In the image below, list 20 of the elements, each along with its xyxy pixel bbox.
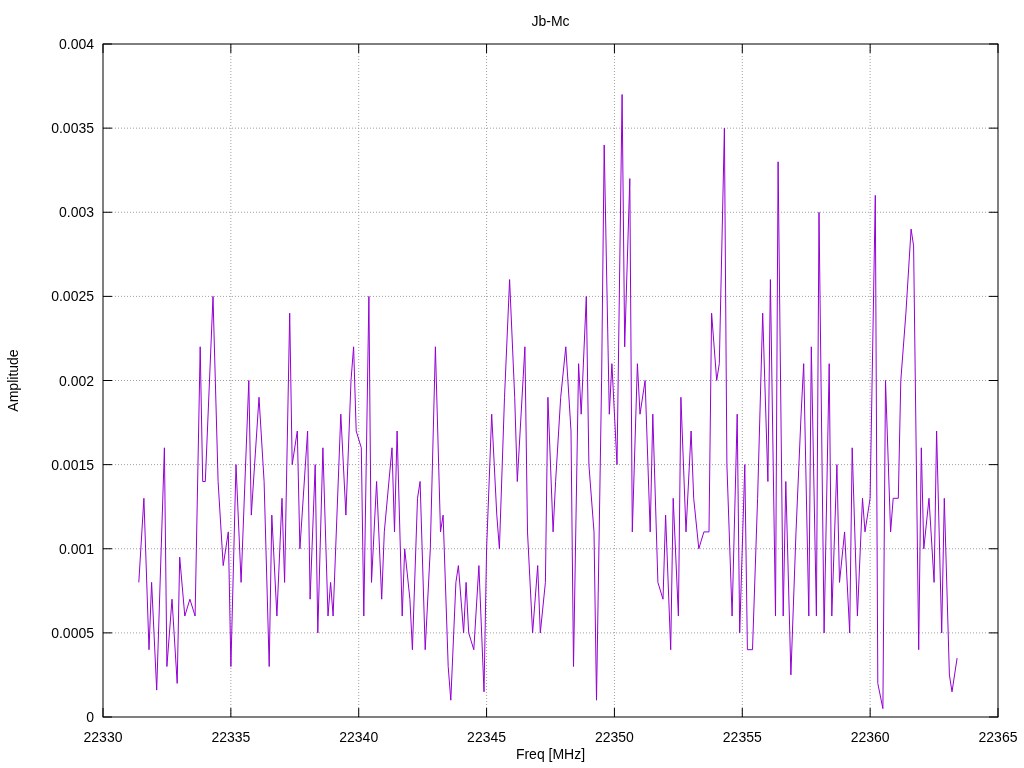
axis-tick-label: 0.002 <box>58 372 94 389</box>
y-axis-label: Amplitude <box>5 349 21 412</box>
axis-tick-label: 0.003 <box>58 204 94 221</box>
axis-tick-label: 22335 <box>211 729 251 745</box>
axis-tick-label: 22345 <box>467 729 507 745</box>
axis-tick-label: 0.0025 <box>51 288 94 305</box>
axis-tick-label: 22365 <box>978 729 1018 745</box>
axis-tick-label: 0.0035 <box>51 120 94 137</box>
axis-tick-label: 0.001 <box>58 540 94 557</box>
chart-title: Jb-Mc <box>531 13 570 29</box>
axis-tick-label: 0.004 <box>58 36 94 52</box>
x-axis-label: Freq [MHz] <box>515 746 586 762</box>
axis-tick-label: 22360 <box>850 729 890 745</box>
axis-tick-label: 22330 <box>83 729 123 745</box>
axis-tick-label: 0.0015 <box>51 456 94 473</box>
axis-tick-label: 0 <box>86 709 94 725</box>
axis-tick-label: 0.0005 <box>51 624 94 641</box>
axis-tick-label: 22350 <box>594 729 634 745</box>
axis-tick-label: 22340 <box>339 729 379 745</box>
axis-tick-label: 22355 <box>722 729 762 745</box>
